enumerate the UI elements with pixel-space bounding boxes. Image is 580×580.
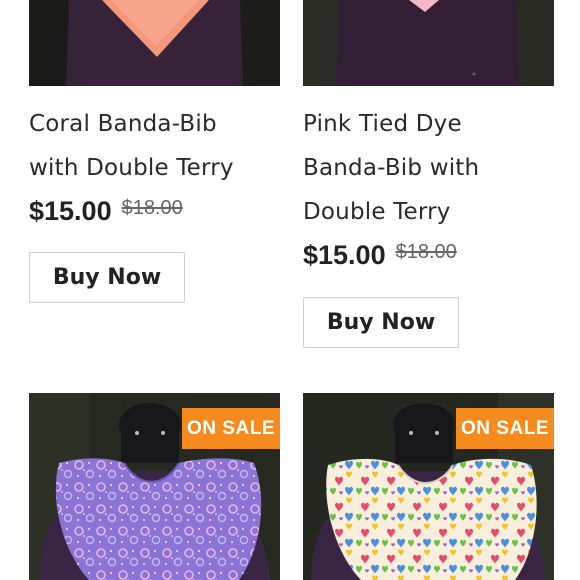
product-grid: Coral Banda-Bib with Double Terry $15.00 $… [0, 0, 580, 580]
price-row: $15.00 $18.00 [29, 196, 183, 227]
product-image[interactable] [303, 0, 554, 86]
product-image[interactable]: ON SALE [29, 393, 280, 580]
price-row: $15.00 $18.00 [303, 240, 457, 271]
buy-now-button[interactable]: Buy Now [303, 297, 459, 348]
compare-price: $18.00 [395, 241, 457, 263]
sale-price: $15.00 [303, 240, 386, 270]
product-image[interactable] [29, 0, 280, 86]
product-title[interactable]: Coral Banda-Bib with Double Terry [29, 102, 280, 190]
buy-now-button[interactable]: Buy Now [29, 252, 185, 303]
product-title[interactable]: Pink Tied Dye Banda-Bib with Double Terry [303, 102, 554, 234]
product-image[interactable]: ON SALE [303, 393, 554, 580]
compare-price: $18.00 [121, 197, 183, 219]
on-sale-badge: ON SALE [456, 408, 554, 449]
sale-price: $15.00 [29, 196, 112, 226]
on-sale-badge: ON SALE [182, 408, 280, 449]
